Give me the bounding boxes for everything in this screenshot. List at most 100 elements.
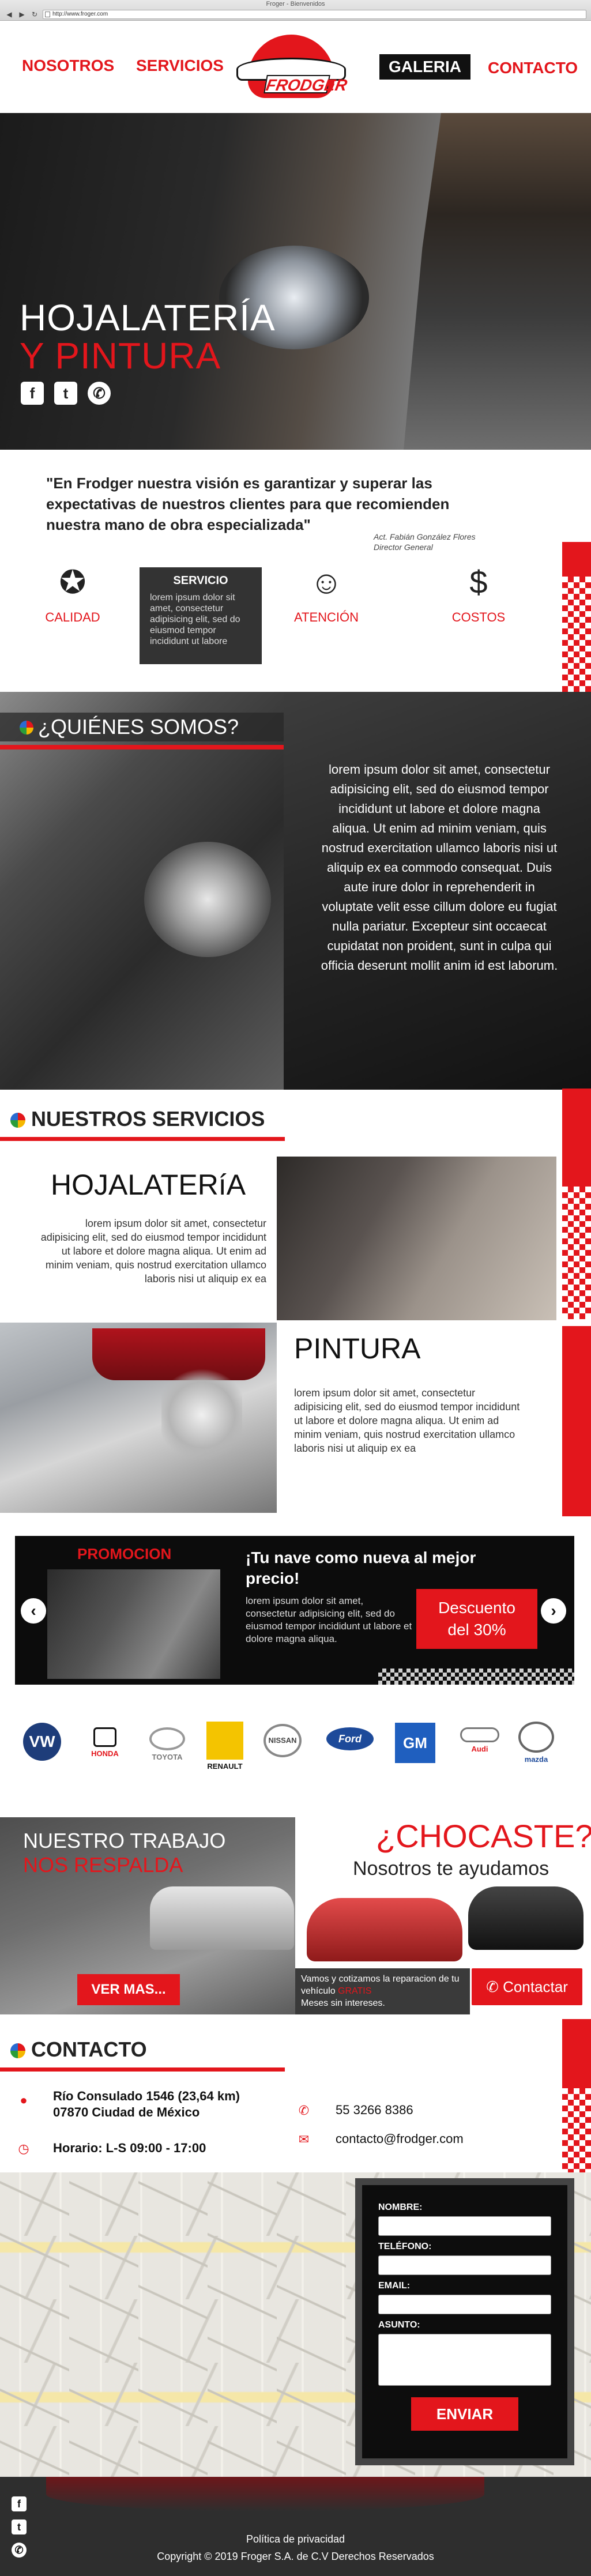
feature-label: ATENCIÓN bbox=[293, 610, 359, 624]
contactar-button[interactable]: ✆ Contactar bbox=[472, 1968, 582, 2005]
address-bar[interactable]: http://www.froger.com bbox=[43, 10, 586, 19]
telefono-input[interactable] bbox=[378, 2255, 551, 2275]
brand-toyota-logo: TOYOTA bbox=[144, 1727, 190, 1761]
service-card-text: lorem ipsum dolor sit amet, consectetur … bbox=[150, 593, 240, 646]
brand-gm-logo: GM bbox=[392, 1723, 438, 1765]
nav-galeria[interactable]: GALERIA bbox=[379, 54, 470, 80]
feature-costos[interactable]: $ COSTOS bbox=[432, 565, 525, 625]
crash-title: ¿CHOCASTE? bbox=[376, 1818, 591, 1854]
service-hojalateria-text: lorem ipsum dolor sit amet, consectetur … bbox=[40, 1218, 266, 1285]
color-wheel-icon bbox=[10, 1113, 25, 1128]
twitter-icon[interactable]: t bbox=[12, 2519, 27, 2534]
reload-icon[interactable]: ↻ bbox=[30, 10, 39, 19]
nombre-input[interactable] bbox=[378, 2216, 551, 2236]
color-wheel-icon bbox=[20, 721, 33, 735]
site-logo[interactable]: FRODGER bbox=[236, 35, 349, 98]
telefono-label: TELÉFONO: bbox=[378, 2242, 432, 2251]
about-section: ¿QUIÉNES SOMOS? lorem ipsum dolor sit am… bbox=[0, 692, 591, 1090]
contact-hours: Horario: L-S 09:00 - 17:00 bbox=[53, 2141, 206, 2155]
decor-red-bar bbox=[562, 1089, 591, 1187]
toyota-logo-icon bbox=[149, 1727, 185, 1750]
service-pintura-text: lorem ipsum dolor sit amet, consectetur … bbox=[294, 1387, 520, 1454]
about-text: lorem ipsum dolor sit amet, consectetur … bbox=[321, 762, 558, 973]
carousel-prev-icon[interactable]: ‹ bbox=[21, 1598, 46, 1624]
color-wheel-icon bbox=[10, 2043, 25, 2059]
feature-servicio-card[interactable]: SERVICIO lorem ipsum dolor sit amet, con… bbox=[140, 567, 262, 664]
contact-underline bbox=[0, 2067, 285, 2072]
feature-calidad[interactable]: ✪ CALIDAD bbox=[27, 565, 119, 625]
money-hand-icon: $ bbox=[469, 564, 488, 600]
contactar-label: Contactar bbox=[503, 1978, 568, 1995]
phone-icon: ✆ bbox=[298, 2103, 310, 2118]
crash-info-part1: Vamos y cotizamos la reparacion de tu ve… bbox=[301, 1974, 460, 1996]
logo-text: FRODGER bbox=[263, 75, 349, 94]
feature-label: COSTOS bbox=[451, 610, 506, 624]
renault-logo-icon bbox=[206, 1722, 243, 1760]
crash-subtitle: Nosotros te ayudamos bbox=[353, 1858, 549, 1880]
about-title-underline bbox=[0, 745, 284, 750]
site-header: NOSOTROS SERVICIOS FRODGER GALERIA CONTA… bbox=[0, 21, 591, 113]
enviar-button[interactable]: ENVIAR bbox=[411, 2397, 518, 2431]
medal-icon: ✪ bbox=[59, 564, 86, 600]
vision-quote: "En Frodger nuestra visión es garantizar… bbox=[46, 474, 450, 533]
promo-checker-decor bbox=[378, 1669, 574, 1685]
browser-chrome: Froger - Bienvenidos ◀ ▶ ↻ http://www.fr… bbox=[0, 0, 591, 21]
nav-nosotros[interactable]: NOSOTROS bbox=[22, 57, 114, 75]
back-icon[interactable]: ◀ bbox=[5, 10, 14, 19]
services-underline bbox=[0, 1137, 285, 1141]
carousel-next-icon[interactable]: › bbox=[541, 1598, 566, 1624]
address-line1: Río Consulado 1546 (23,64 km) bbox=[53, 2089, 240, 2103]
nav-servicios[interactable]: SERVICIOS bbox=[136, 57, 224, 75]
mazda-logo-icon bbox=[518, 1722, 554, 1753]
pintura-photo bbox=[0, 1323, 277, 1513]
facebook-icon[interactable]: f bbox=[21, 382, 44, 405]
crash-banner: ¿CHOCASTE? Nosotros te ayudamos Vamos y … bbox=[295, 1817, 591, 2014]
forward-icon[interactable]: ▶ bbox=[17, 10, 27, 19]
black-crashed-car bbox=[468, 1886, 584, 1950]
promo-heading: ¡Tu nave como nueva al mejor precio! bbox=[246, 1549, 476, 1587]
author-role: Director General bbox=[374, 543, 433, 552]
contact-title: CONTACTO bbox=[10, 2038, 147, 2062]
about-spacer bbox=[562, 692, 591, 1090]
email-input[interactable] bbox=[378, 2295, 551, 2314]
asunto-textarea[interactable] bbox=[378, 2334, 551, 2386]
nav-contacto[interactable]: CONTACTO bbox=[488, 59, 578, 77]
hojalateria-photo bbox=[277, 1157, 556, 1320]
contact-address: Río Consulado 1546 (23,64 km) 07870 Ciud… bbox=[53, 2088, 240, 2121]
email-label: EMAIL: bbox=[378, 2281, 411, 2291]
facebook-icon[interactable]: f bbox=[12, 2496, 27, 2511]
feature-atencion[interactable]: ☺ ATENCIÓN bbox=[280, 565, 372, 625]
site-footer: f t ✆ Política de privacidad Copyright ©… bbox=[0, 2477, 591, 2576]
headset-icon: ☺ bbox=[310, 564, 343, 600]
decor-checker bbox=[562, 1187, 591, 1319]
crash-info-part2: Meses sin intereses. bbox=[301, 1998, 385, 2008]
author-name: Act. Fabián González Flores bbox=[374, 532, 476, 541]
service-hojalateria-title: HOJALATERíA bbox=[51, 1169, 246, 1201]
work-title-line2: NOS RESPALDA bbox=[23, 1853, 183, 1877]
vw-logo-icon: VW bbox=[23, 1723, 61, 1761]
address-line2: 07870 Ciudad de México bbox=[53, 2105, 200, 2119]
hero-worker-photo bbox=[404, 113, 591, 450]
twitter-icon[interactable]: t bbox=[54, 382, 77, 405]
brand-vw-logo: VW bbox=[22, 1723, 62, 1763]
decor-checker bbox=[562, 2088, 591, 2172]
promo-photo bbox=[47, 1569, 220, 1679]
about-title-bar: ¿QUIÉNES SOMOS? bbox=[0, 713, 284, 741]
ver-mas-button[interactable]: VER MAS... bbox=[77, 1974, 180, 2005]
promo-carousel: PROMOCION ¡Tu nave como nueva al mejor p… bbox=[15, 1536, 574, 1685]
brand-mazda-logo: mazda bbox=[513, 1722, 559, 1764]
audi-rings-icon bbox=[460, 1727, 499, 1742]
contact-phone[interactable]: 55 3266 8386 bbox=[336, 2102, 413, 2118]
whatsapp-icon[interactable]: ✆ bbox=[88, 382, 111, 405]
contact-title-text: CONTACTO bbox=[31, 2038, 147, 2061]
services-title: NUESTROS SERVICIOS bbox=[10, 1107, 265, 1131]
crash-info-gratis: GRATIS bbox=[338, 1986, 372, 1996]
contact-email[interactable]: contacto@frodger.com bbox=[336, 2131, 464, 2147]
url-text: http://www.froger.com bbox=[52, 11, 108, 17]
promo-discount-button[interactable]: Descuento del 30% bbox=[416, 1589, 537, 1649]
work-car-image bbox=[150, 1886, 294, 1950]
hero-title-line2: Y PINTURA bbox=[20, 335, 221, 376]
clock-icon: ◷ bbox=[18, 2141, 29, 2156]
window-title: Froger - Bienvenidos bbox=[266, 1, 325, 7]
privacy-link[interactable]: Política de privacidad bbox=[0, 2533, 591, 2545]
